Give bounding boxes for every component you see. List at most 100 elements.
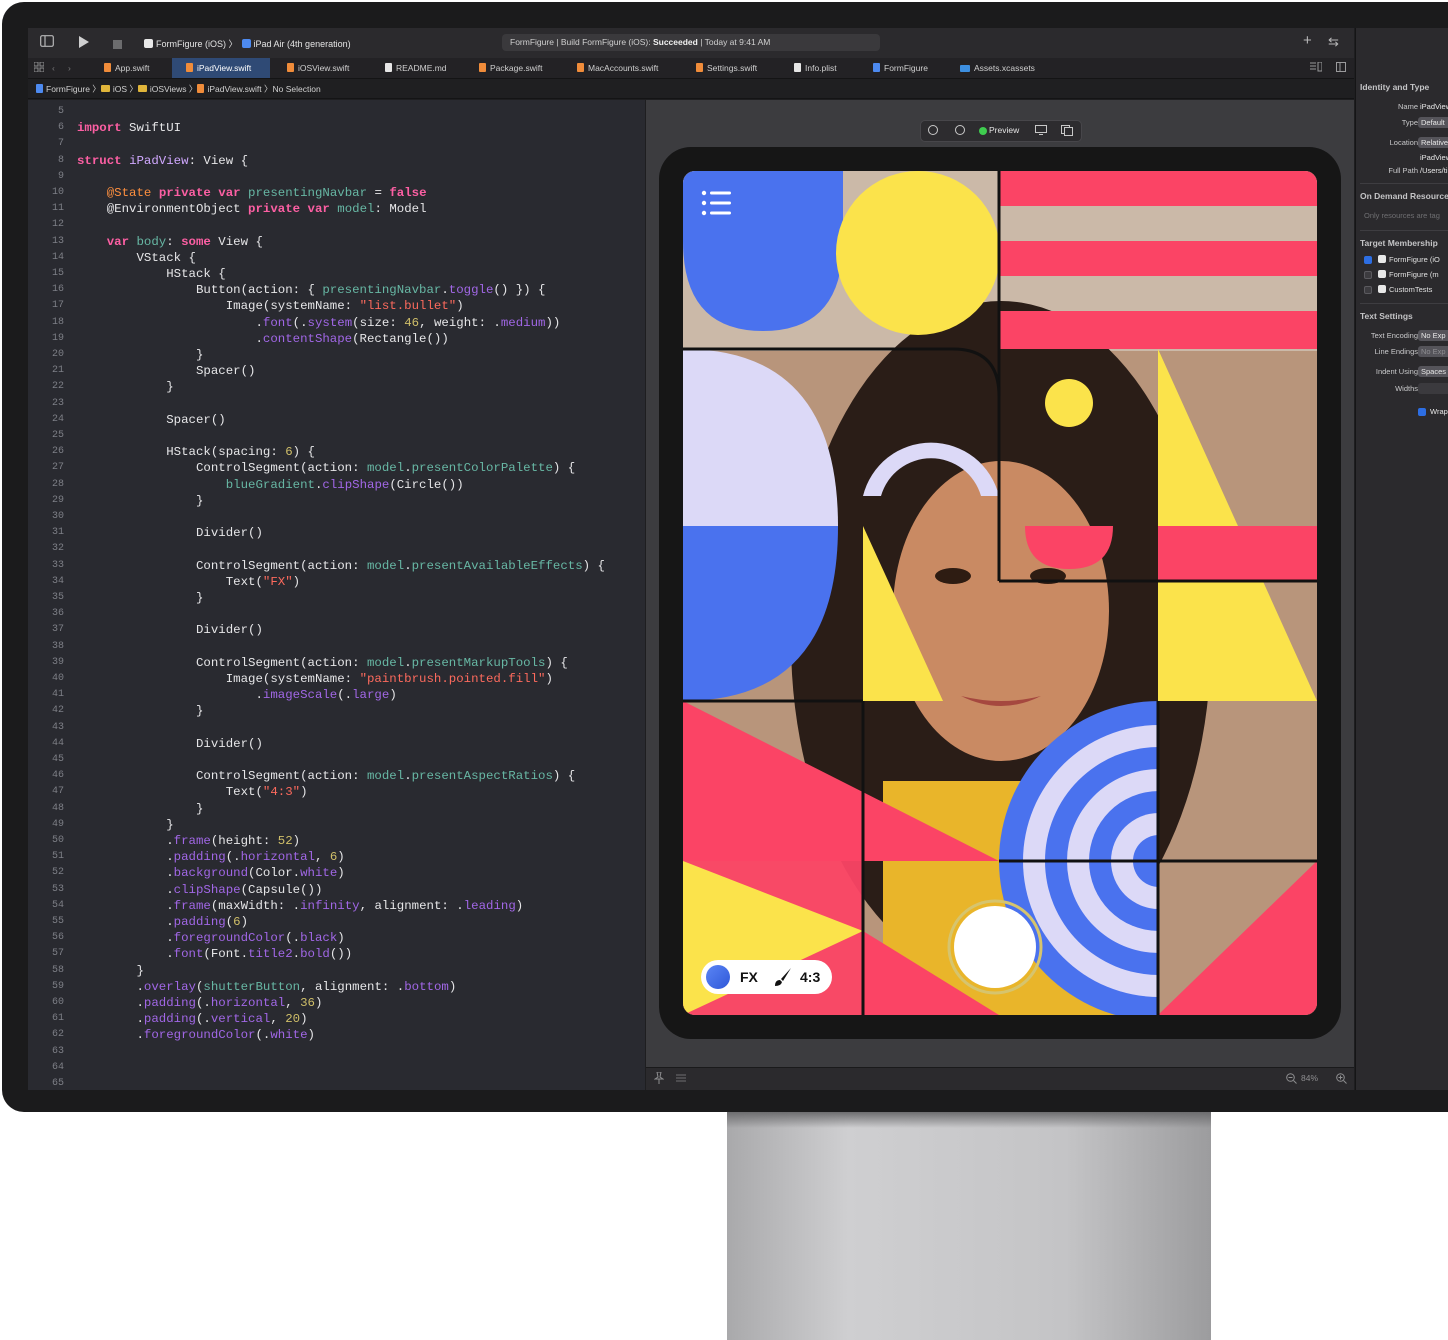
code-line[interactable]: .background(Color.white) (77, 865, 345, 881)
location-select[interactable]: Relative (1418, 137, 1448, 148)
target-checkbox[interactable] (1364, 286, 1372, 294)
breadcrumb-project[interactable]: FormFigure (46, 84, 90, 94)
code-line[interactable]: .font(.system(size: 46, weight: .medium)… (77, 315, 560, 331)
code-line[interactable]: .imageScale(.large) (77, 687, 396, 703)
code-line[interactable]: HStack { (77, 266, 226, 282)
breadcrumb-group-ios[interactable]: iOS (113, 84, 127, 94)
code-line[interactable]: @State private var presentingNavbar = fa… (77, 185, 427, 201)
duplicate-preview-icon[interactable] (1061, 125, 1073, 138)
tab-iosview-swift[interactable]: iOSView.swift (287, 58, 349, 78)
code-line[interactable]: .padding(.horizontal, 6) (77, 849, 345, 865)
code-line[interactable]: } (77, 817, 173, 833)
tab-assets[interactable]: Assets.xcassets (960, 58, 1035, 78)
live-preview-icon[interactable] (928, 125, 938, 135)
stop-button-icon[interactable] (113, 38, 122, 52)
wrap-checkbox[interactable] (1418, 408, 1426, 416)
code-line[interactable]: Divider() (77, 525, 263, 541)
navigator-toggle-icon[interactable] (40, 35, 54, 50)
tab-macaccounts-swift[interactable]: MacAccounts.swift (577, 58, 658, 78)
code-line[interactable]: .font(Font.title2.bold()) (77, 946, 352, 962)
editor-options-icon[interactable] (1310, 58, 1323, 78)
code-line[interactable]: .padding(6) (77, 914, 248, 930)
indent-select[interactable]: Spaces (1418, 366, 1448, 377)
code-line[interactable]: ControlSegment(action: model.presentAspe… (77, 768, 575, 784)
tab-app-swift[interactable]: App.swift (104, 58, 176, 78)
code-line[interactable]: .padding(.horizontal, 36) (77, 995, 322, 1011)
code-line[interactable]: struct iPadView: View { (77, 153, 248, 169)
breadcrumb-selection[interactable]: No Selection (273, 84, 321, 94)
code-line[interactable]: Image(systemName: "list.bullet") (77, 298, 464, 314)
back-chevron-icon[interactable]: ‹ (52, 58, 55, 78)
color-palette-button[interactable] (706, 965, 730, 989)
code-line[interactable]: Spacer() (77, 412, 226, 428)
code-line[interactable]: .foregroundColor(.black) (77, 930, 345, 946)
code-line[interactable]: Spacer() (77, 363, 256, 379)
code-line[interactable]: .frame(height: 52) (77, 833, 300, 849)
pin-icon[interactable] (653, 1071, 665, 1086)
code-line[interactable]: Divider() (77, 736, 263, 752)
code-line[interactable]: } (77, 590, 203, 606)
preview-label[interactable]: Preview (989, 125, 1019, 135)
code-line[interactable]: Divider() (77, 622, 263, 638)
code-line[interactable]: var body: some View { (77, 234, 263, 250)
add-editor-icon[interactable] (1336, 58, 1346, 78)
code-line[interactable]: VStack { (77, 250, 196, 266)
code-line[interactable]: Text("FX") (77, 574, 300, 590)
code-line[interactable]: .padding(.vertical, 20) (77, 1011, 307, 1027)
layout-options-icon[interactable] (676, 1073, 686, 1085)
tab-package-swift[interactable]: Package.swift (479, 58, 542, 78)
add-library-button[interactable]: + (1303, 33, 1312, 48)
code-line[interactable]: } (77, 493, 203, 509)
breadcrumb[interactable]: FormFigure 〉 iOS 〉 iOSViews 〉 iPadView.swif… (28, 79, 1354, 99)
line-endings-select[interactable]: No Exp (1418, 346, 1448, 357)
tab-info-plist[interactable]: Info.plist (794, 58, 837, 78)
encoding-select[interactable]: No Exp (1418, 330, 1448, 341)
target-checkbox[interactable] (1364, 256, 1372, 264)
code-line[interactable]: HStack(spacing: 6) { (77, 444, 315, 460)
code-line[interactable]: .clipShape(Capsule()) (77, 882, 322, 898)
tab-readme[interactable]: README.md (385, 58, 447, 78)
breadcrumb-file[interactable]: iPadView.swift (207, 84, 261, 94)
code-line[interactable]: .overlay(shutterButton, alignment: .bott… (77, 979, 456, 995)
zoom-in-icon[interactable] (1336, 1073, 1347, 1086)
widths-field[interactable] (1418, 383, 1448, 394)
code-line[interactable]: } (77, 963, 143, 979)
code-line[interactable]: Button(action: { presentingNavbar.toggle… (77, 282, 546, 298)
shutter-button[interactable] (947, 899, 1043, 995)
paintbrush-icon[interactable] (773, 967, 793, 992)
name-value[interactable]: iPadView (1420, 102, 1448, 111)
breadcrumb-group-iosviews[interactable]: iOSViews (150, 84, 187, 94)
aspect-ratio-button[interactable]: 4:3 (800, 969, 820, 985)
scheme-selector[interactable]: FormFigure (iOS) 〉 iPad Air (4th generati… (144, 37, 351, 50)
swap-layout-button[interactable]: ⇆ (1328, 35, 1339, 49)
device-settings-icon[interactable] (1035, 125, 1047, 137)
code-line[interactable]: } (77, 379, 173, 395)
code-line[interactable]: } (77, 703, 203, 719)
code-line[interactable]: .contentShape(Rectangle()) (77, 331, 448, 347)
grid-icon[interactable] (33, 58, 45, 78)
code-line[interactable]: .foregroundColor(.white) (77, 1027, 314, 1043)
code-line[interactable]: @EnvironmentObject private var model: Mo… (77, 201, 427, 217)
fx-button[interactable]: FX (740, 969, 758, 985)
forward-chevron-icon[interactable]: › (68, 58, 71, 78)
code-line[interactable]: ControlSegment(action: model.presentMark… (77, 655, 568, 671)
zoom-out-icon[interactable] (1286, 1073, 1297, 1086)
run-button-icon[interactable] (79, 36, 89, 51)
target-checkbox[interactable] (1364, 271, 1372, 279)
type-select[interactable]: Default (1418, 117, 1448, 128)
code-line[interactable]: ControlSegment(action: model.presentAvai… (77, 558, 605, 574)
zoom-level[interactable]: 84% (1301, 1073, 1318, 1083)
tab-formfigure-project[interactable]: FormFigure (873, 58, 928, 78)
code-line[interactable]: Image(systemName: "paintbrush.pointed.fi… (77, 671, 553, 687)
tab-ipadview-swift[interactable]: iPadView.swift (172, 58, 270, 78)
app-preview-display[interactable]: FX 4:3 (683, 171, 1317, 1015)
source-editor[interactable]: 5 6 7 8 9 10 11 12 13 14 15 16 17 18 19 20 21 22 23 24 25 26 2… (28, 100, 645, 1090)
code-line[interactable]: Text("4:3") (77, 784, 308, 800)
code-line[interactable]: } (77, 801, 203, 817)
code-line[interactable]: import SwiftUI (77, 120, 181, 136)
code-line[interactable]: ControlSegment(action: model.presentColo… (77, 460, 575, 476)
inspect-preview-icon[interactable] (955, 125, 965, 135)
code-line[interactable]: blueGradient.clipShape(Circle()) (77, 477, 464, 493)
code-line[interactable]: .frame(maxWidth: .infinity, alignment: .… (77, 898, 523, 914)
code-line[interactable]: } (77, 347, 203, 363)
